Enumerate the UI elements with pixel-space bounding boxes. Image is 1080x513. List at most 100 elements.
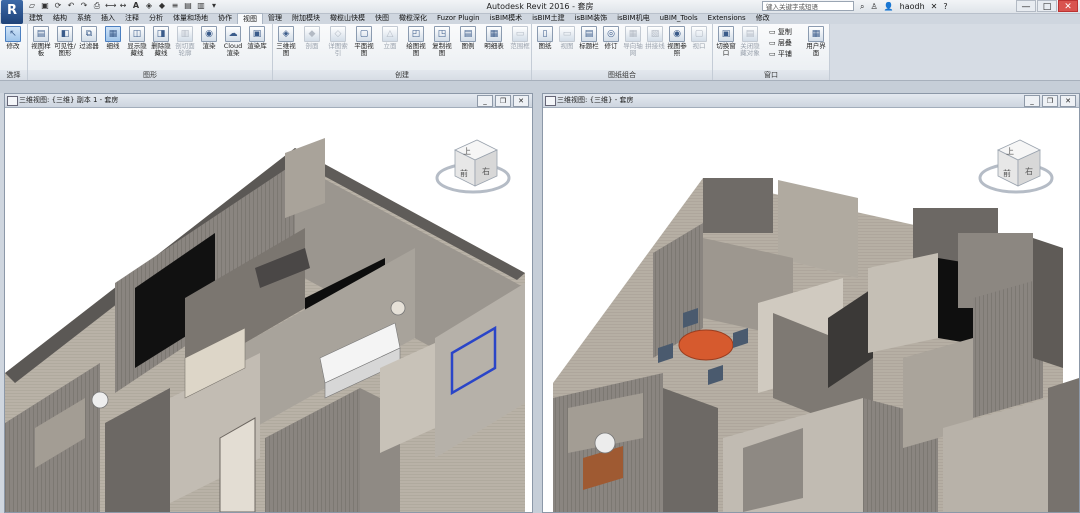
create-button-3[interactable]: ▢ 平面视图: [353, 26, 375, 57]
create-button-7[interactable]: ▤ 图例: [457, 26, 479, 50]
search-input[interactable]: 键入关键字或短语: [762, 1, 854, 11]
view-minimize-button[interactable]: _: [477, 95, 493, 107]
thin-lines-icon[interactable]: ≡: [170, 1, 180, 11]
create-button-5[interactable]: ◰ 绘图视图: [405, 26, 427, 57]
3d-view-icon[interactable]: ◈: [144, 1, 154, 11]
user-icon[interactable]: 👤: [884, 2, 894, 11]
tab-5[interactable]: 分析: [144, 13, 168, 24]
sheet-button-4[interactable]: ▦ 导向轴网: [622, 26, 644, 57]
text-icon[interactable]: A: [131, 1, 141, 11]
redo-icon[interactable]: ↷: [79, 1, 89, 11]
measure-icon[interactable]: ⟷: [105, 1, 116, 11]
sync-icon[interactable]: ⟳: [53, 1, 63, 11]
maximize-button[interactable]: □: [1037, 0, 1057, 12]
sheet-button-2[interactable]: ▤ 标题栏: [578, 26, 600, 50]
replicate-button[interactable]: ▭ 复制: [769, 27, 792, 38]
tab-12[interactable]: 快图: [370, 13, 394, 24]
tab-21[interactable]: 修改: [751, 13, 775, 24]
graphics-label-7: 渲染: [202, 42, 216, 50]
tab-11[interactable]: 橄榄山快模: [325, 13, 370, 24]
switch-windows-icon[interactable]: ▥: [196, 1, 206, 11]
tab-16[interactable]: isBIM土建: [527, 13, 570, 24]
close-hidden-icon[interactable]: ▤: [183, 1, 193, 11]
view-close-button[interactable]: ✕: [513, 95, 529, 107]
tab-15[interactable]: isBIM模术: [485, 13, 528, 24]
graphics-button-7[interactable]: ◉ 渲染: [198, 26, 220, 50]
tab-4[interactable]: 注释: [120, 13, 144, 24]
create-button-2[interactable]: ◇ 详图索引: [327, 26, 349, 57]
tab-13[interactable]: 橄榄深化: [394, 13, 432, 24]
customize-qat-icon[interactable]: ▾: [209, 1, 219, 11]
exchange-icon[interactable]: ✕: [931, 2, 938, 11]
application-menu-button[interactable]: R: [1, 0, 23, 24]
subscription-icon[interactable]: ♙: [870, 2, 877, 11]
panel-label-select[interactable]: 选择: [0, 70, 27, 80]
view-restore-button[interactable]: ❐: [495, 95, 511, 107]
print-icon[interactable]: ⎙: [92, 1, 102, 11]
graphics-button-8[interactable]: ☁ Cloud 渲染: [222, 26, 244, 57]
tab-20[interactable]: Extensions: [703, 13, 751, 24]
create-button-6[interactable]: ◳ 复制视图: [431, 26, 453, 57]
model-3d-view-left[interactable]: 上 前 右: [5, 108, 532, 512]
dimension-icon[interactable]: ↔: [118, 1, 128, 11]
tab-8[interactable]: 视图: [237, 13, 263, 24]
tab-3[interactable]: 插入: [96, 13, 120, 24]
model-3d-view-right[interactable]: 上 前 右: [543, 108, 1079, 512]
sheet-button-6[interactable]: ◉ 视图参照: [666, 26, 688, 57]
section-icon[interactable]: ◆: [157, 1, 167, 11]
view-close-button[interactable]: ✕: [1060, 95, 1076, 107]
tab-19[interactable]: uBIM_Tools: [655, 13, 703, 24]
create-button-1[interactable]: ◆ 剖面: [301, 26, 323, 50]
tab-14[interactable]: Fuzor Plugin: [432, 13, 485, 24]
view-splitter[interactable]: [533, 93, 542, 513]
close-hidden-button[interactable]: ▤ 关闭隐藏对象: [739, 26, 761, 57]
minimize-button[interactable]: —: [1016, 0, 1036, 12]
tab-6[interactable]: 体量和场地: [168, 13, 213, 24]
viewcube-left[interactable]: [435, 139, 511, 194]
tab-1[interactable]: 结构: [48, 13, 72, 24]
tab-0[interactable]: 建筑: [24, 13, 48, 24]
create-button-9[interactable]: ▭ 范围框: [509, 26, 531, 50]
help-icon[interactable]: ?: [943, 2, 947, 11]
sheet-button-5[interactable]: ▧ 拼接线: [644, 26, 666, 50]
tile-button[interactable]: ▭ 平铺: [769, 49, 792, 60]
sheet-button-3[interactable]: ◎ 修订: [600, 26, 622, 50]
view-minimize-button[interactable]: _: [1024, 95, 1040, 107]
user-name[interactable]: haodh: [900, 2, 925, 11]
tab-9[interactable]: 管理: [263, 13, 287, 24]
graphics-button-9[interactable]: ▣ 渲染库: [246, 26, 268, 50]
create-button-4[interactable]: △ 立面: [379, 26, 401, 50]
view-window-right[interactable]: 三维视图: {三维} - 套房 _ ❐ ✕ 上 前 右: [542, 93, 1080, 513]
sheet-button-1[interactable]: ▭ 视图: [556, 26, 578, 50]
viewcube-right[interactable]: [978, 139, 1054, 194]
create-label-0: 三维视图: [276, 42, 296, 57]
view-restore-button[interactable]: ❐: [1042, 95, 1058, 107]
graphics-button-3[interactable]: ▦ 细线: [102, 26, 124, 50]
undo-icon[interactable]: ↶: [66, 1, 76, 11]
create-button-0[interactable]: ◈ 三维视图: [275, 26, 297, 57]
save-icon[interactable]: ▣: [40, 1, 50, 11]
graphics-button-2[interactable]: ⧉ 过滤器: [78, 26, 100, 50]
view-window-left[interactable]: 三维视图: {三维} 副本 1 - 套房 _ ❐ ✕ 上 前 右: [4, 93, 533, 513]
graphics-button-5[interactable]: ◨ 删除隐藏线: [150, 26, 172, 57]
sheet-button-0[interactable]: ▯ 图纸: [534, 26, 556, 50]
tab-2[interactable]: 系统: [72, 13, 96, 24]
tab-10[interactable]: 附加模块: [287, 13, 325, 24]
tab-18[interactable]: isBIM机电: [612, 13, 655, 24]
cascade-button[interactable]: ▭ 层叠: [769, 38, 792, 49]
graphics-button-4[interactable]: ◫ 显示隐藏线: [126, 26, 148, 57]
tab-7[interactable]: 协作: [213, 13, 237, 24]
graphics-button-0[interactable]: ▤ 视图样板: [30, 26, 52, 57]
graphics-button-6[interactable]: ▥ 剖切面轮廓: [174, 26, 196, 57]
tab-17[interactable]: isBIM装饰: [570, 13, 613, 24]
graphics-button-1[interactable]: ◧ 可见性/图形: [54, 26, 76, 57]
view-title-right: 三维视图: {三维} - 套房: [557, 96, 634, 104]
user-interface-button[interactable]: ▦ 用户界面: [805, 26, 827, 57]
open-icon[interactable]: ▱: [27, 1, 37, 11]
switch-windows-button[interactable]: ▣ 切换窗口: [715, 26, 737, 57]
modify-button[interactable]: ↖ 修改: [2, 26, 24, 50]
create-button-8[interactable]: ▦ 明细表: [483, 26, 505, 50]
binoculars-icon[interactable]: ⌕: [860, 2, 864, 12]
sheet-button-7[interactable]: ▢ 视口: [688, 26, 710, 50]
close-button[interactable]: ✕: [1058, 0, 1078, 12]
